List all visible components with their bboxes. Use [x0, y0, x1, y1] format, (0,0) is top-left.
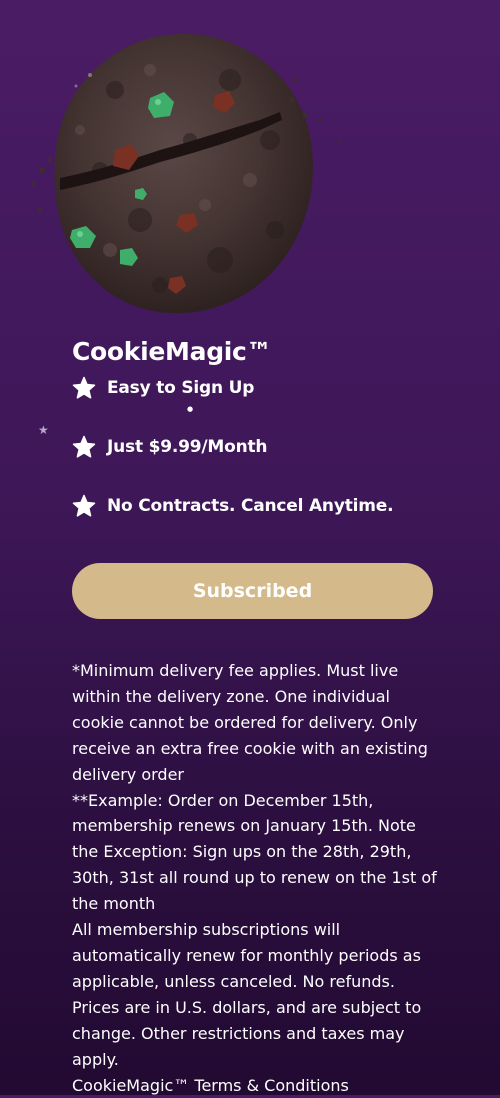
fineprint: *Minimum delivery fee applies. Must live…: [72, 658, 440, 1098]
feature-label: Easy to Sign Up: [107, 378, 254, 398]
subscription-info: CookieMagic™: [72, 334, 442, 370]
feature-label: No Contracts. Cancel Anytime.: [107, 496, 393, 516]
sparkle-icon: ★: [38, 424, 49, 436]
cookie-image: [20, 20, 340, 330]
feature-item: Just $9.99/Month: [72, 434, 267, 460]
feature-item: Easy to Sign Up: [72, 375, 254, 401]
star-icon: [72, 376, 96, 400]
delivery-note: *Minimum delivery fee applies. Must live…: [72, 658, 440, 788]
sparkle-icon: ●: [187, 406, 193, 413]
feature-item: No Contracts. Cancel Anytime.: [72, 493, 393, 519]
star-icon: [72, 435, 96, 459]
feature-label: Just $9.99/Month: [107, 437, 267, 457]
example-note: **Example: Order on December 15th, membe…: [72, 788, 440, 918]
subscribed-button[interactable]: Subscribed: [72, 563, 433, 619]
renewal-note: All membership subscriptions will automa…: [72, 917, 440, 1072]
star-icon: [72, 494, 96, 518]
brand-title: CookieMagic™: [72, 334, 442, 370]
terms-link[interactable]: CookieMagic™ Terms & Conditions: [72, 1073, 440, 1098]
